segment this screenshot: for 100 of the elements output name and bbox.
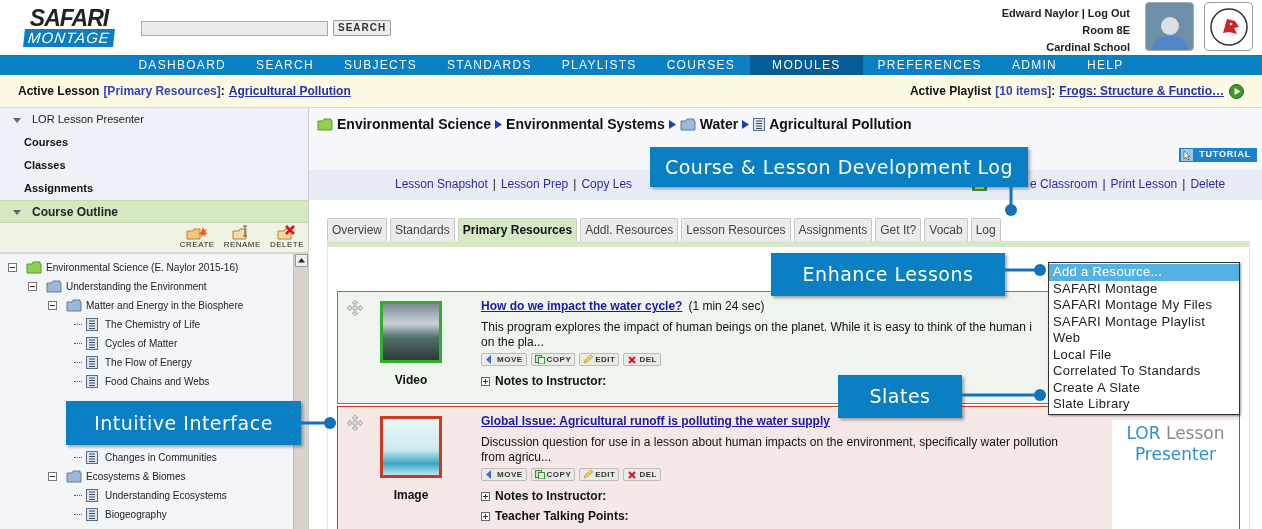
sidebar-link[interactable]: Classes xyxy=(0,154,308,177)
lesson-link[interactable]: Delete xyxy=(1190,175,1226,193)
dropdown-option[interactable]: SAFARI Montage My Files xyxy=(1049,297,1239,314)
folder-star-icon xyxy=(186,225,209,240)
resource-title-link[interactable]: Global Issue: Agricultural runoff is polluting the water supply xyxy=(481,412,830,430)
dropdown-option[interactable]: Correlated To Standards xyxy=(1049,363,1239,380)
nav-link[interactable]: ADMIN xyxy=(996,55,1073,75)
tree-item[interactable]: Biogeography xyxy=(105,507,167,522)
toolbar-button[interactable]: CREATE xyxy=(179,225,215,249)
arrow-right-icon xyxy=(742,119,750,129)
tab[interactable]: Lesson Resources xyxy=(681,218,791,241)
sidebar-link[interactable]: Assignments xyxy=(0,177,308,200)
description-text: from agricu... xyxy=(481,450,553,465)
logout-link[interactable]: Log Out xyxy=(1087,5,1130,22)
resource-type-label: Video xyxy=(394,372,428,389)
breadcrumb-link[interactable]: Agricultural Pollution xyxy=(769,113,912,135)
tree-item[interactable]: The Chemistry of Life xyxy=(105,317,201,332)
tab[interactable]: Primary Resources xyxy=(457,218,578,241)
tab[interactable]: Standards xyxy=(390,218,455,241)
active-playlist-link[interactable]: Frogs: Structure & Functio… xyxy=(1059,82,1224,100)
dropdown-option[interactable]: Slate Library xyxy=(1049,396,1239,413)
toolbar-button[interactable]: RENAME xyxy=(223,225,261,249)
action-button[interactable]: EDIT xyxy=(579,353,620,366)
nav-link[interactable]: SEARCH xyxy=(241,55,329,75)
nav-link[interactable]: HELP xyxy=(1072,55,1139,75)
resource-dropdown[interactable]: Add a Resource... SAFARI Montage SAFARI Montage My Files SAFARI Montage Playlist Web Local File Correlated To Standards Create A Slate Slate Library xyxy=(1048,262,1240,415)
action-button[interactable]: COPY xyxy=(530,468,576,481)
lesson-link[interactable]: e Classroom xyxy=(1030,175,1098,193)
tree-item[interactable]: Food Chains and Webs xyxy=(105,374,210,389)
dropdown-option[interactable]: Create A Slate xyxy=(1049,379,1239,396)
tree-item[interactable]: Understanding the Environment xyxy=(66,279,207,294)
nav-link[interactable]: COURSES xyxy=(651,55,751,75)
breadcrumb-link[interactable]: Environmental Science xyxy=(337,113,492,135)
action-button[interactable]: COPY xyxy=(530,353,576,366)
dropdown-option[interactable]: Web xyxy=(1049,330,1239,347)
dropdown-option[interactable]: SAFARI Montage Playlist xyxy=(1049,313,1239,330)
section-title: Course Outline xyxy=(32,203,118,221)
nav-link[interactable]: STANDARDS xyxy=(432,55,547,75)
sidebar-section[interactable]: Course Outline xyxy=(0,200,308,223)
nav-link[interactable]: PLAYLISTS xyxy=(546,55,652,75)
cross-icon xyxy=(627,355,638,364)
leader-line xyxy=(1005,187,1017,216)
dropdown-option[interactable]: Local File xyxy=(1049,346,1239,363)
tab[interactable]: Overview xyxy=(327,218,387,241)
tree-item[interactable]: Environmental Science (E. Naylor 2015-16) xyxy=(46,260,239,275)
action-button[interactable]: MOVE xyxy=(481,468,527,481)
folder-icon xyxy=(317,117,333,131)
nav-link[interactable]: DASHBOARD xyxy=(123,55,242,75)
callout-label: Enhance Lessons xyxy=(771,253,1005,296)
action-button[interactable]: DEL xyxy=(623,353,661,366)
action-button[interactable]: DEL xyxy=(623,468,661,481)
sidebar-section[interactable]: LOR Lesson Presenter xyxy=(0,108,308,131)
arrow-right-icon xyxy=(668,119,676,129)
tab[interactable]: Log xyxy=(970,218,1001,241)
tree-item[interactable]: Changes in Communities xyxy=(105,450,217,465)
tutorial-button[interactable]: TUTORIAL xyxy=(1179,148,1257,162)
breadcrumb-link[interactable]: Environmental Systems xyxy=(506,113,665,135)
description-text: This program explores the impact of human beings on the planet. While it is easy to think of the human i xyxy=(481,320,1032,335)
action-button[interactable]: EDIT xyxy=(579,468,620,481)
separator: | xyxy=(573,176,577,193)
nav-link[interactable]: MODULES xyxy=(750,55,863,75)
nav-link[interactable]: PREFERENCES xyxy=(862,55,997,75)
search-button[interactable]: SEARCH xyxy=(333,20,392,36)
tree-item[interactable]: The Flow of Energy xyxy=(105,355,192,370)
tree-item[interactable]: Understanding Ecosystems xyxy=(105,488,227,503)
expand-icon xyxy=(481,491,490,501)
lesson-link[interactable]: Copy Les xyxy=(581,175,633,193)
tree-item[interactable]: Cycles of Matter xyxy=(105,336,178,351)
resource-title-link[interactable]: How do we impact the water cycle? xyxy=(481,297,683,315)
lesson-link[interactable]: Print Lesson xyxy=(1110,175,1178,193)
active-lesson-link[interactable]: Agricultural Pollution xyxy=(228,82,351,100)
tree-item[interactable]: Matter and Energy in the Biosphere xyxy=(86,298,244,313)
copy-icon xyxy=(534,355,545,364)
action-button[interactable]: MOVE xyxy=(481,353,527,366)
toolbar-button[interactable]: DELETE xyxy=(269,225,304,249)
notes-heading[interactable]: Notes to Instructor: xyxy=(495,372,607,390)
lesson-link[interactable]: Lesson Snapshot xyxy=(395,175,488,193)
notes-heading[interactable]: Notes to Instructor: xyxy=(495,487,607,505)
search-field[interactable] xyxy=(141,20,328,36)
triangle-down-icon xyxy=(12,115,22,124)
breadcrumb-link[interactable]: Water xyxy=(699,113,739,135)
folder-icon xyxy=(679,117,696,131)
section-title: LOR Lesson Presenter xyxy=(32,112,144,128)
logo-text: SAFARI xyxy=(28,7,111,29)
document-icon xyxy=(86,318,98,331)
tab[interactable]: Addl. Resources xyxy=(580,218,679,241)
callout-label: Course & Lesson Development Log xyxy=(650,147,1028,187)
tab[interactable]: Assignments xyxy=(793,218,873,241)
move-handle-icon xyxy=(346,414,364,432)
tree-item[interactable]: Ecosystems & Biomes xyxy=(86,469,186,484)
sidebar-link[interactable]: Courses xyxy=(0,131,308,154)
tab[interactable]: Get It? xyxy=(875,218,922,241)
folder-icon xyxy=(66,470,82,483)
dropdown-option[interactable]: SAFARI Montage xyxy=(1049,280,1239,297)
notes-heading[interactable]: Teacher Talking Points: xyxy=(495,507,629,525)
nav-link[interactable]: SUBJECTS xyxy=(328,55,432,75)
scrollbar[interactable] xyxy=(293,254,308,529)
tab[interactable]: Vocab xyxy=(924,218,968,241)
cursor-icon xyxy=(1181,149,1194,161)
lesson-link[interactable]: Lesson Prep xyxy=(500,175,569,193)
